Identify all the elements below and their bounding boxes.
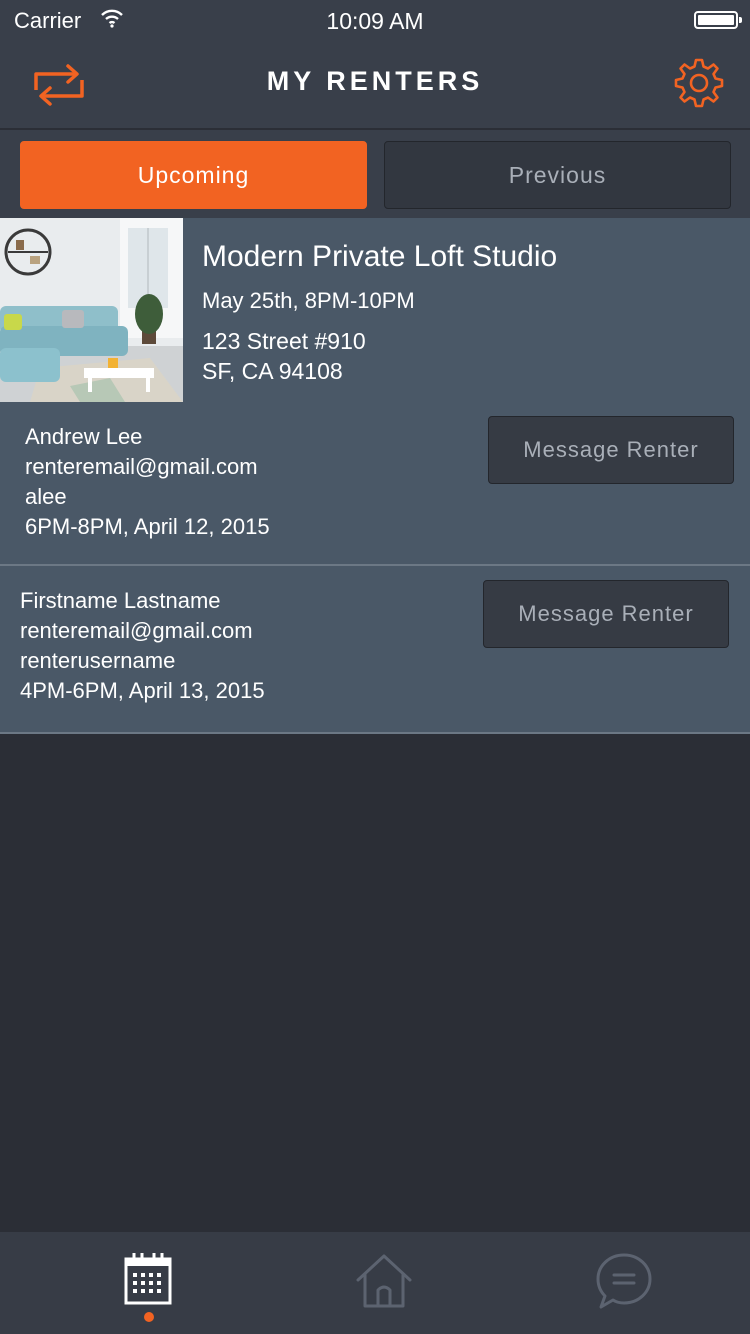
home-icon[interactable] — [353, 1250, 415, 1312]
listing-photo — [0, 218, 183, 402]
tab-upcoming[interactable]: Upcoming — [20, 141, 367, 209]
page-title: MY RENTERS — [266, 66, 484, 96]
renter-card: Andrew Lee renteremail@gmail.com alee 6P… — [0, 402, 750, 566]
renter-name: Andrew Lee — [25, 424, 143, 449]
renter-email: renteremail@gmail.com — [25, 454, 258, 479]
nav-bar: MY RENTERS — [0, 40, 750, 130]
renter-time: 4PM-6PM, April 13, 2015 — [20, 678, 265, 703]
listing-address-line2: SF, CA 94108 — [202, 358, 343, 384]
renter-time: 6PM-8PM, April 12, 2015 — [25, 514, 270, 539]
message-renter-button[interactable]: Message Renter — [488, 416, 734, 484]
renter-username: renterusername — [20, 648, 176, 673]
gear-icon[interactable] — [672, 56, 726, 110]
renter-card: Firstname Lastname renteremail@gmail.com… — [0, 566, 750, 734]
listing-title: Modern Private Loft Studio — [202, 240, 558, 273]
active-tab-indicator — [144, 1312, 154, 1322]
tab-bar — [0, 1232, 750, 1334]
status-time: 10:09 AM — [326, 8, 424, 34]
listing-address-line1: 123 Street #910 — [202, 328, 366, 354]
calendar-icon[interactable] — [117, 1250, 179, 1312]
status-bar: Carrier 10:09 AM — [0, 0, 750, 40]
renter-email: renteremail@gmail.com — [20, 618, 253, 643]
message-renter-button[interactable]: Message Renter — [483, 580, 729, 648]
battery-icon — [694, 11, 742, 29]
tab-previous[interactable]: Previous — [384, 141, 731, 209]
listing-time: May 25th, 8PM-10PM — [202, 288, 415, 313]
renter-name: Firstname Lastname — [20, 588, 221, 613]
chat-icon[interactable] — [593, 1250, 655, 1312]
segmented-control: Upcoming Previous — [0, 130, 750, 218]
listing-card[interactable]: Modern Private Loft Studio May 25th, 8PM… — [0, 218, 750, 404]
renter-username: alee — [25, 484, 67, 509]
